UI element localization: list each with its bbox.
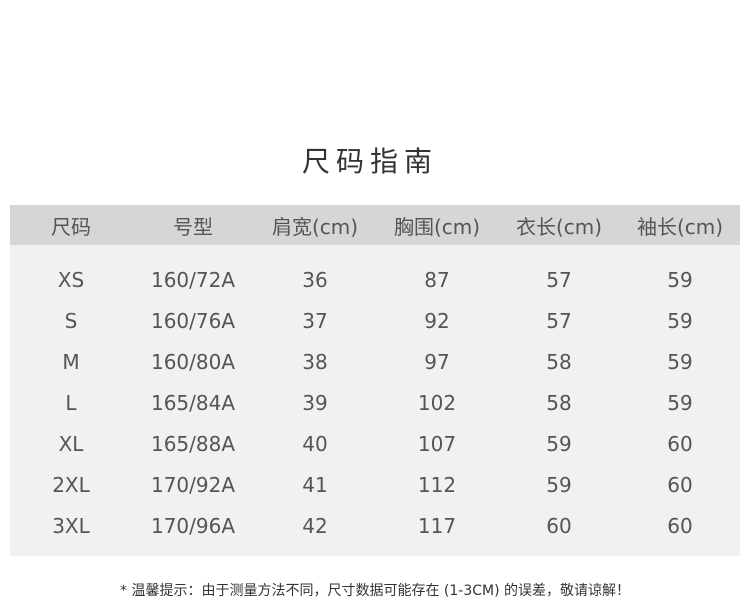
table-row: M 160/80A 38 97 58 59 bbox=[10, 341, 740, 382]
cell-model: 165/84A bbox=[150, 390, 236, 415]
cell-size: 3XL bbox=[52, 513, 90, 538]
page-title: 尺码指南 bbox=[301, 145, 438, 178]
cell-size: M bbox=[62, 349, 80, 374]
cell-model: 165/88A bbox=[150, 431, 236, 456]
cell-chest: 102 bbox=[417, 390, 457, 415]
cell-shoulder: 40 bbox=[302, 431, 328, 456]
cell-model: 170/92A bbox=[150, 472, 236, 497]
cell-sleeve: 59 bbox=[667, 390, 693, 415]
cell-sleeve: 59 bbox=[667, 349, 693, 374]
cell-shoulder: 42 bbox=[302, 513, 328, 538]
header-cell-sleeve: 袖长(cm) bbox=[636, 214, 724, 239]
cell-length: 59 bbox=[546, 431, 572, 456]
cell-chest: 107 bbox=[417, 431, 457, 456]
table-row: 2XL 170/92A 41 112 59 60 bbox=[10, 464, 740, 505]
header-cell-size: 尺码 bbox=[51, 214, 91, 239]
cell-model: 160/76A bbox=[150, 308, 236, 333]
cell-sleeve: 60 bbox=[667, 513, 693, 538]
cell-shoulder: 37 bbox=[302, 308, 328, 333]
table-header-row: 尺码 号型 肩宽(cm) 胸围(cm) 衣长(cm) 袖长(cm) bbox=[10, 205, 740, 245]
cell-length: 58 bbox=[546, 349, 572, 374]
cell-sleeve: 60 bbox=[667, 472, 693, 497]
cell-length: 57 bbox=[546, 308, 572, 333]
cell-chest: 112 bbox=[417, 472, 457, 497]
cell-sleeve: 60 bbox=[667, 431, 693, 456]
cell-size: L bbox=[65, 390, 77, 415]
cell-length: 59 bbox=[546, 472, 572, 497]
table-row: S 160/76A 37 92 57 59 bbox=[10, 300, 740, 341]
cell-shoulder: 39 bbox=[302, 390, 328, 415]
table-row: XS 160/72A 36 87 57 59 bbox=[10, 259, 740, 300]
size-chart-table: 尺码 号型 肩宽(cm) 胸围(cm) 衣长(cm) 袖长(cm) XS 160… bbox=[10, 205, 740, 556]
table-body: XS 160/72A 36 87 57 59 S 160/76A 37 92 5… bbox=[10, 245, 740, 546]
cell-sleeve: 59 bbox=[667, 267, 693, 292]
cell-size: XS bbox=[57, 267, 85, 292]
table-row: L 165/84A 39 102 58 59 bbox=[10, 382, 740, 423]
table-row: XL 165/88A 40 107 59 60 bbox=[10, 423, 740, 464]
cell-length: 60 bbox=[546, 513, 572, 538]
cell-chest: 87 bbox=[424, 267, 450, 292]
cell-shoulder: 36 bbox=[302, 267, 328, 292]
cell-size: S bbox=[64, 308, 78, 333]
cell-shoulder: 38 bbox=[302, 349, 328, 374]
header-cell-shoulder: 肩宽(cm) bbox=[271, 214, 359, 239]
cell-model: 170/96A bbox=[150, 513, 236, 538]
table-row: 3XL 170/96A 42 117 60 60 bbox=[10, 505, 740, 546]
cell-sleeve: 59 bbox=[667, 308, 693, 333]
header-cell-model: 号型 bbox=[173, 214, 213, 239]
cell-chest: 97 bbox=[424, 349, 450, 374]
cell-model: 160/80A bbox=[150, 349, 236, 374]
cell-size: XL bbox=[58, 431, 84, 456]
cell-chest: 117 bbox=[417, 513, 457, 538]
header-cell-chest: 胸围(cm) bbox=[393, 214, 481, 239]
cell-shoulder: 41 bbox=[302, 472, 328, 497]
measurement-note: * 温馨提示：由于测量方法不同，尺寸数据可能存在 (1-3CM) 的误差，敬请谅… bbox=[120, 583, 630, 599]
cell-size: 2XL bbox=[52, 472, 90, 497]
cell-chest: 92 bbox=[424, 308, 450, 333]
cell-length: 57 bbox=[546, 267, 572, 292]
header-cell-length: 衣长(cm) bbox=[515, 214, 603, 239]
cell-model: 160/72A bbox=[150, 267, 236, 292]
cell-length: 58 bbox=[546, 390, 572, 415]
